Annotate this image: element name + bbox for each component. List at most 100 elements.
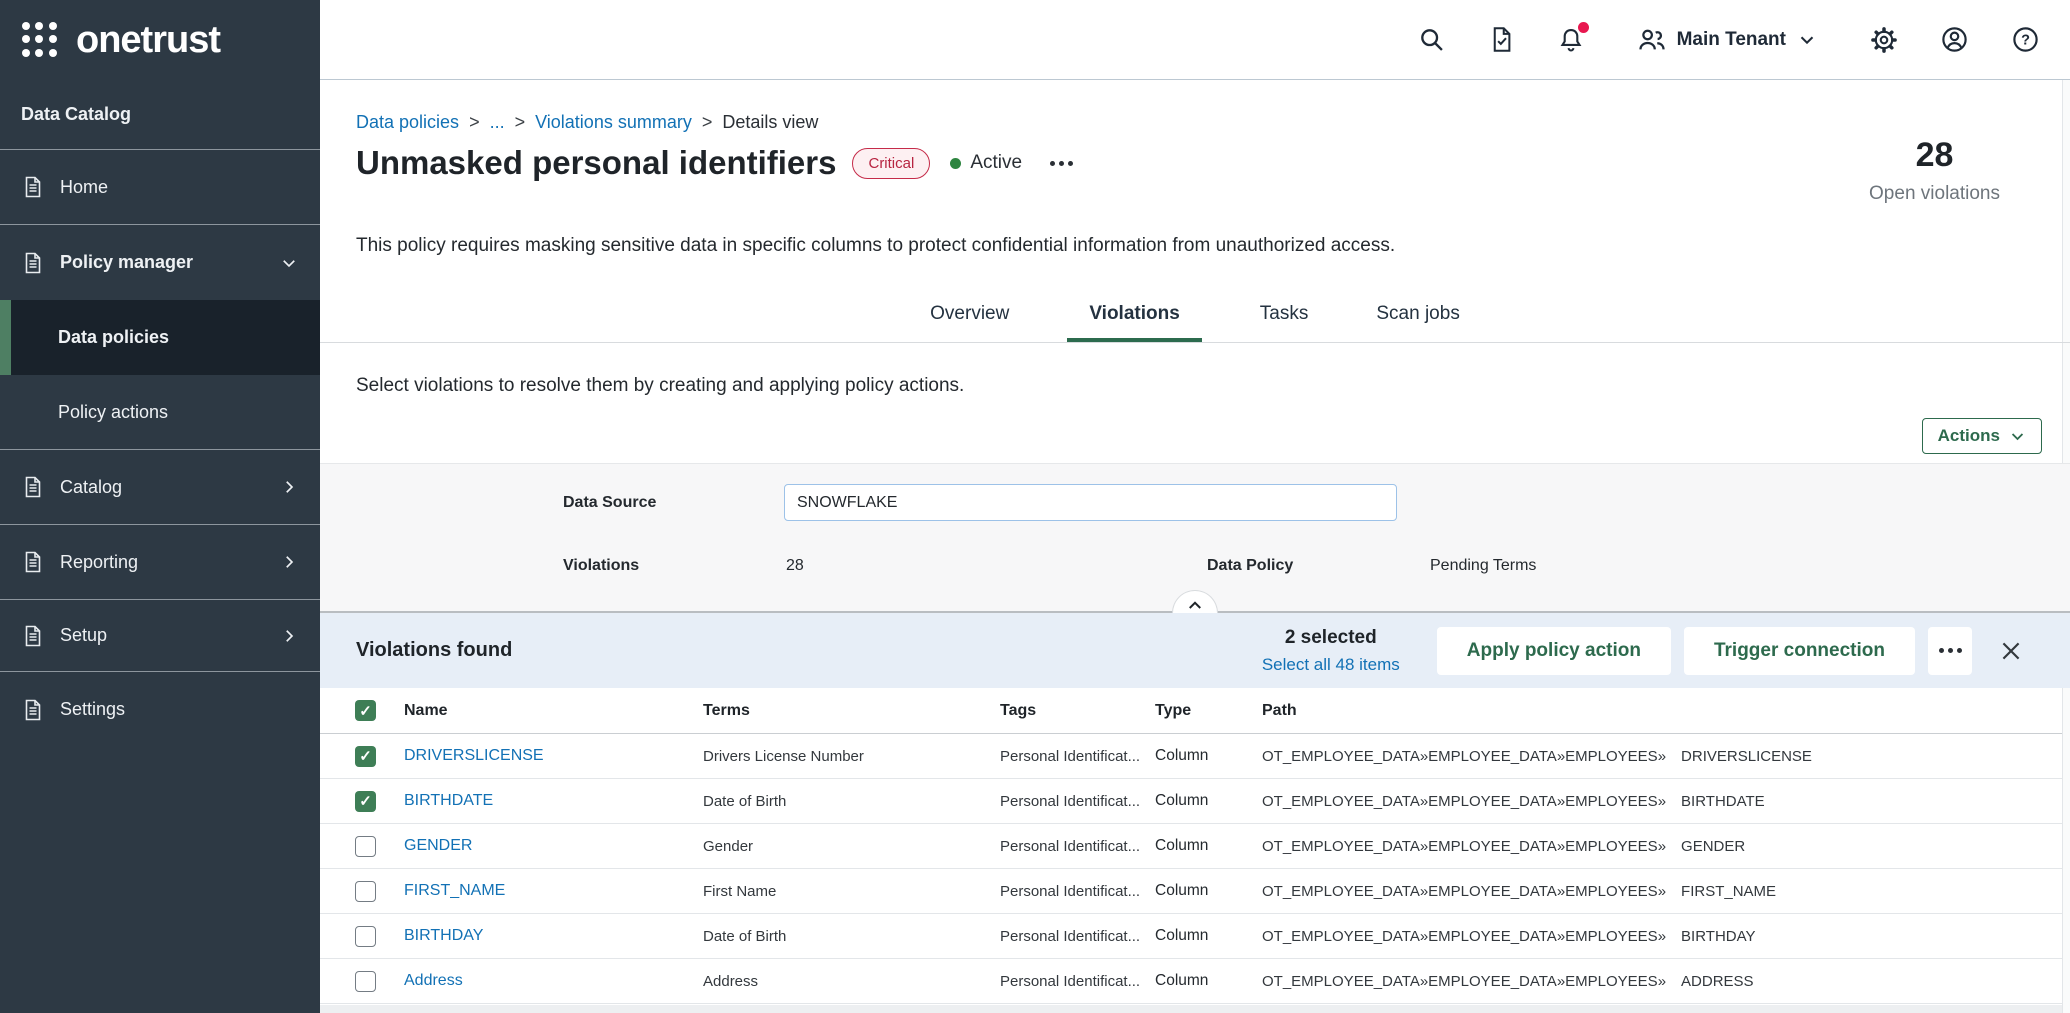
column-header-terms[interactable]: Terms bbox=[703, 702, 1000, 720]
row-path: OT_EMPLOYEE_DATA»EMPLOYEE_DATA»EMPLOYEES… bbox=[1262, 928, 2062, 945]
sidebar-item-label: Reporting bbox=[60, 552, 138, 573]
logo-row: onetrust bbox=[0, 0, 320, 80]
row-tags: Personal Identificat... bbox=[1000, 748, 1155, 765]
tenant-switcher[interactable]: Main Tenant bbox=[1637, 25, 1818, 55]
row-name-link[interactable]: GENDER bbox=[404, 837, 703, 855]
sidebar-item-policy-actions[interactable]: Policy actions bbox=[0, 375, 320, 450]
row-terms: Gender bbox=[703, 838, 1000, 855]
row-checkbox[interactable] bbox=[355, 746, 376, 767]
row-checkbox[interactable] bbox=[355, 971, 376, 992]
selection-summary: 2 selected Select all 48 items bbox=[1262, 627, 1400, 675]
more-actions-icon[interactable] bbox=[1928, 627, 1972, 675]
row-terms: Drivers License Number bbox=[703, 748, 1000, 765]
select-all-link[interactable]: Select all 48 items bbox=[1262, 655, 1400, 675]
breadcrumb-separator: > bbox=[469, 112, 480, 133]
breadcrumb-separator: > bbox=[515, 112, 526, 133]
breadcrumb-current: Details view bbox=[722, 112, 818, 133]
chevron-right-icon bbox=[280, 627, 298, 645]
tab-tasks[interactable]: Tasks bbox=[1250, 303, 1319, 342]
severity-badge: Critical bbox=[852, 148, 930, 179]
table-row: FIRST_NAME First Name Personal Identific… bbox=[320, 869, 2062, 914]
row-path: OT_EMPLOYEE_DATA»EMPLOYEE_DATA»EMPLOYEES… bbox=[1262, 748, 2062, 765]
collapse-panel-button[interactable] bbox=[1172, 590, 1218, 613]
column-header-path[interactable]: Path bbox=[1262, 702, 2062, 720]
sidebar-item-policy-manager[interactable]: Policy manager bbox=[0, 225, 320, 300]
violations-selection-bar: Violations found 2 selected Select all 4… bbox=[320, 613, 2070, 688]
title-row: Unmasked personal identifiers Critical A… bbox=[356, 144, 1077, 182]
row-type: Column bbox=[1155, 792, 1262, 810]
row-checkbox[interactable] bbox=[355, 881, 376, 902]
chevron-down-icon bbox=[280, 254, 298, 272]
notifications-bell-icon[interactable] bbox=[1557, 26, 1585, 54]
actions-button[interactable]: Actions bbox=[1922, 418, 2042, 454]
breadcrumb-link-ellipsis[interactable]: ... bbox=[490, 112, 505, 133]
trigger-connection-button[interactable]: Trigger connection bbox=[1684, 627, 1915, 675]
sidebar-item-catalog[interactable]: Catalog bbox=[0, 450, 320, 525]
selection-hint: Select violations to resolve them by cre… bbox=[356, 375, 964, 397]
breadcrumb-link-data-policies[interactable]: Data policies bbox=[356, 112, 459, 133]
sidebar-item-setup[interactable]: Setup bbox=[0, 600, 320, 672]
row-terms: Date of Birth bbox=[703, 928, 1000, 945]
row-name-link[interactable]: DRIVERSLICENSE bbox=[404, 747, 703, 765]
column-header-tags[interactable]: Tags bbox=[1000, 702, 1155, 720]
sidebar-item-label: Home bbox=[60, 177, 108, 198]
document-icon bbox=[21, 475, 45, 499]
search-icon[interactable] bbox=[1418, 26, 1446, 54]
tab-scan-jobs[interactable]: Scan jobs bbox=[1366, 303, 1469, 342]
row-checkbox[interactable] bbox=[355, 926, 376, 947]
breadcrumb-separator: > bbox=[702, 112, 713, 133]
violations-label: Violations bbox=[563, 557, 639, 575]
tab-overview[interactable]: Overview bbox=[920, 303, 1019, 342]
table-row: BIRTHDATE Date of Birth Personal Identif… bbox=[320, 779, 2062, 824]
row-tags: Personal Identificat... bbox=[1000, 793, 1155, 810]
more-options-icon[interactable] bbox=[1046, 155, 1077, 172]
help-icon[interactable]: ? bbox=[2011, 25, 2040, 54]
document-icon bbox=[21, 550, 45, 574]
row-tags: Personal Identificat... bbox=[1000, 928, 1155, 945]
column-header-name[interactable]: Name bbox=[404, 702, 703, 720]
chevron-down-icon bbox=[1796, 29, 1818, 51]
tab-violations[interactable]: Violations bbox=[1067, 303, 1201, 342]
app-switcher-icon[interactable] bbox=[22, 22, 58, 58]
sidebar-item-reporting[interactable]: Reporting bbox=[0, 525, 320, 600]
row-name-link[interactable]: Address bbox=[404, 972, 703, 990]
sidebar: onetrust Data Catalog Home Policy manage… bbox=[0, 0, 320, 1013]
column-header-type[interactable]: Type bbox=[1155, 702, 1262, 720]
sidebar-item-settings[interactable]: Settings bbox=[0, 672, 320, 747]
document-icon bbox=[21, 175, 45, 199]
chevron-right-icon bbox=[280, 478, 298, 496]
table-row: DRIVERSLICENSE Drivers License Number Pe… bbox=[320, 734, 2062, 779]
row-tags: Personal Identificat... bbox=[1000, 973, 1155, 990]
chevron-down-icon bbox=[2009, 428, 2026, 445]
table-header-row: Name Terms Tags Type Path bbox=[320, 688, 2062, 734]
close-icon[interactable] bbox=[1998, 638, 2024, 664]
main-content: Data policies > ... > Violations summary… bbox=[320, 80, 2070, 1013]
account-icon[interactable] bbox=[1940, 25, 1969, 54]
chevron-right-icon bbox=[280, 553, 298, 571]
status-label: Active bbox=[970, 152, 1022, 174]
tenant-label: Main Tenant bbox=[1677, 29, 1786, 51]
row-tags: Personal Identificat... bbox=[1000, 838, 1155, 855]
settings-gear-icon[interactable] bbox=[1870, 26, 1898, 54]
breadcrumb-link-violations-summary[interactable]: Violations summary bbox=[535, 112, 692, 133]
app-window: onetrust Data Catalog Home Policy manage… bbox=[0, 0, 2070, 1013]
row-name-link[interactable]: BIRTHDAY bbox=[404, 927, 703, 945]
document-icon bbox=[21, 251, 45, 275]
sidebar-item-home[interactable]: Home bbox=[0, 150, 320, 225]
document-check-icon[interactable] bbox=[1488, 26, 1515, 53]
apply-policy-action-button[interactable]: Apply policy action bbox=[1437, 627, 1671, 675]
data-source-label: Data Source bbox=[563, 494, 656, 512]
svg-text:?: ? bbox=[2021, 33, 2030, 49]
data-source-input[interactable] bbox=[784, 484, 1397, 521]
row-name-link[interactable]: BIRTHDATE bbox=[404, 792, 703, 810]
violations-table: Name Terms Tags Type Path DRIVERSLICENSE… bbox=[320, 688, 2062, 1004]
select-all-checkbox[interactable] bbox=[355, 700, 376, 721]
sidebar-item-data-policies[interactable]: Data policies bbox=[0, 300, 320, 375]
table-row: Address Address Personal Identificat... … bbox=[320, 959, 2062, 1004]
row-path: OT_EMPLOYEE_DATA»EMPLOYEE_DATA»EMPLOYEES… bbox=[1262, 973, 2062, 990]
row-name-link[interactable]: FIRST_NAME bbox=[404, 882, 703, 900]
breadcrumb: Data policies > ... > Violations summary… bbox=[356, 112, 818, 133]
row-checkbox[interactable] bbox=[355, 836, 376, 857]
row-checkbox[interactable] bbox=[355, 791, 376, 812]
row-type: Column bbox=[1155, 747, 1262, 765]
